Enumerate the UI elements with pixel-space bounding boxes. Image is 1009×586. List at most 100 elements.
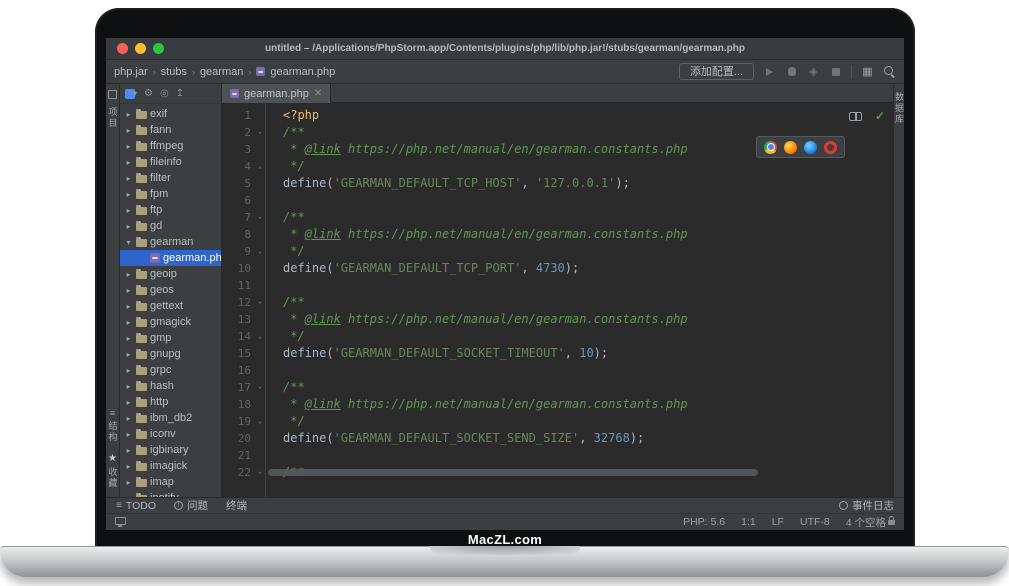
chevron-right-icon[interactable]: ▸ — [124, 446, 133, 455]
chevron-right-icon[interactable]: ▸ — [124, 494, 133, 498]
tree-item[interactable]: ▸gd — [120, 218, 221, 234]
terminal-tool-window-button[interactable]: 终端 — [226, 498, 247, 513]
collapse-all-icon[interactable]: ↥ — [176, 88, 184, 99]
tree-item[interactable]: ▸gmp — [120, 330, 221, 346]
chevron-right-icon[interactable]: ▸ — [124, 142, 133, 151]
tree-item[interactable]: ▸geos — [120, 282, 221, 298]
tree-item[interactable]: ▸gettext — [120, 298, 221, 314]
tree-item[interactable]: ▸iconv — [120, 426, 221, 442]
chevron-right-icon[interactable]: ▸ — [124, 398, 133, 407]
safari-icon[interactable] — [804, 141, 817, 154]
structure-tool-window-button[interactable]: ≡ 结构 — [108, 408, 118, 443]
run-icon[interactable] — [763, 65, 776, 78]
tree-item[interactable]: ▸exif — [120, 106, 221, 122]
tree-item[interactable]: ▸grpc — [120, 362, 221, 378]
settings-gear-icon[interactable]: ⚙ — [144, 88, 153, 99]
todo-tool-window-button[interactable]: ≡ TODO — [116, 500, 156, 512]
chrome-icon[interactable] — [764, 141, 777, 154]
add-configuration-button[interactable]: 添加配置... — [679, 63, 754, 80]
chevron-right-icon[interactable]: ▸ — [124, 382, 133, 391]
tree-item[interactable]: ▸gmagick — [120, 314, 221, 330]
tree-item[interactable]: ▾gearman — [120, 234, 221, 250]
database-tool-window-button[interactable]: 数据库 — [894, 92, 904, 125]
inspections-ok-icon[interactable]: ✓ — [875, 109, 885, 123]
problems-tool-window-button[interactable]: ! 问题 — [174, 498, 208, 513]
chevron-right-icon[interactable]: ▸ — [124, 318, 133, 327]
chevron-right-icon[interactable]: ▸ — [124, 350, 133, 359]
locate-file-icon[interactable]: ◎ — [160, 88, 169, 99]
debug-icon[interactable] — [785, 65, 798, 78]
breadcrumb-item[interactable]: gearman.php — [270, 66, 335, 78]
reader-mode-icon[interactable] — [849, 112, 862, 121]
chevron-right-icon[interactable]: ▸ — [124, 302, 133, 311]
coverage-icon[interactable]: ◈ — [807, 65, 820, 78]
chevron-right-icon[interactable]: ▸ — [124, 206, 133, 215]
chevron-right-icon[interactable]: ▸ — [124, 158, 133, 167]
fold-marker-icon[interactable]: ▴ — [255, 248, 265, 256]
close-tab-icon[interactable]: ✕ — [314, 88, 322, 99]
chevron-right-icon[interactable]: ▸ — [124, 110, 133, 119]
fold-marker-icon[interactable]: ▴ — [255, 163, 265, 171]
breadcrumb-item[interactable]: stubs — [161, 66, 187, 78]
find-icon[interactable] — [883, 65, 896, 78]
chevron-right-icon[interactable]: ▸ — [124, 478, 133, 487]
tree-item[interactable]: ▸fpm — [120, 186, 221, 202]
tree-item[interactable]: ▸filter — [120, 170, 221, 186]
tree-item[interactable]: ▸imagick — [120, 458, 221, 474]
chevron-right-icon[interactable]: ▸ — [124, 462, 133, 471]
code-lines[interactable]: <?php/** * @link https://php.net/manual/… — [266, 103, 893, 497]
zoom-window-button[interactable] — [153, 43, 164, 54]
status-item[interactable]: UTF-8 — [800, 516, 830, 528]
tree-item[interactable]: ▸geoip — [120, 266, 221, 282]
tree-item[interactable]: ▸ftp — [120, 202, 221, 218]
chevron-right-icon[interactable]: ▸ — [124, 270, 133, 279]
chevron-right-icon[interactable]: ▸ — [124, 414, 133, 423]
tree-item[interactable]: ▸gnupg — [120, 346, 221, 362]
breadcrumb-item[interactable]: gearman — [200, 66, 243, 78]
status-item[interactable]: PHP: 5.6 — [683, 516, 725, 528]
chevron-right-icon[interactable]: ▸ — [124, 174, 133, 183]
tree-item[interactable]: gearman.php — [120, 250, 221, 266]
tree-item[interactable]: ▸inotify — [120, 490, 221, 497]
fold-marker-icon[interactable]: ▾ — [255, 299, 265, 307]
chevron-right-icon[interactable]: ▸ — [124, 190, 133, 199]
status-item[interactable]: 4 个空格 — [846, 515, 886, 530]
search-everywhere-icon[interactable]: ▦ — [861, 65, 874, 78]
chevron-down-icon[interactable]: ▾ — [124, 238, 133, 247]
fold-marker-icon[interactable]: ▾ — [255, 214, 265, 222]
tree-item[interactable]: ▸http — [120, 394, 221, 410]
chevron-right-icon[interactable]: ▸ — [124, 430, 133, 439]
tree-item[interactable]: ▸igbinary — [120, 442, 221, 458]
project-view-selector[interactable]: ▾ — [125, 89, 137, 99]
fold-marker-icon[interactable]: ▾ — [255, 469, 265, 477]
tree-item[interactable]: ▸fileinfo — [120, 154, 221, 170]
fold-marker-icon[interactable]: ▴ — [255, 418, 265, 426]
project-tool-window-button[interactable]: 项目 — [108, 90, 118, 129]
editor-tab[interactable]: gearman.php ✕ — [222, 84, 331, 103]
chevron-right-icon[interactable]: ▸ — [124, 126, 133, 135]
minimize-window-button[interactable] — [135, 43, 146, 54]
tool-window-switcher-icon[interactable] — [115, 517, 126, 525]
event-log-button[interactable]: 事件日志 — [839, 498, 894, 513]
breadcrumb-item[interactable]: php.jar — [114, 66, 148, 78]
tree-item[interactable]: ▸hash — [120, 378, 221, 394]
fold-marker-icon[interactable]: ▴ — [255, 333, 265, 341]
firefox-icon[interactable] — [784, 141, 797, 154]
status-item[interactable]: 1:1 — [741, 516, 756, 528]
horizontal-scrollbar[interactable] — [268, 469, 758, 476]
editor-body[interactable]: 12▾34▴567▾89▴101112▾1314▴151617▾1819▴202… — [222, 103, 893, 497]
chevron-right-icon[interactable]: ▸ — [124, 366, 133, 375]
chevron-right-icon[interactable]: ▸ — [124, 222, 133, 231]
chevron-right-icon[interactable]: ▸ — [124, 334, 133, 343]
status-item[interactable]: LF — [772, 516, 784, 528]
chevron-right-icon[interactable]: ▸ — [124, 286, 133, 295]
tree-item[interactable]: ▸ibm_db2 — [120, 410, 221, 426]
stop-icon[interactable] — [829, 65, 842, 78]
tree-item[interactable]: ▸imap — [120, 474, 221, 490]
tree-item[interactable]: ▸ffmpeg — [120, 138, 221, 154]
fold-marker-icon[interactable]: ▾ — [255, 129, 265, 137]
favorites-tool-window-button[interactable]: ★ 收藏 — [108, 453, 118, 489]
fold-marker-icon[interactable]: ▾ — [255, 384, 265, 392]
tree-item[interactable]: ▸fann — [120, 122, 221, 138]
opera-icon[interactable] — [824, 141, 837, 154]
